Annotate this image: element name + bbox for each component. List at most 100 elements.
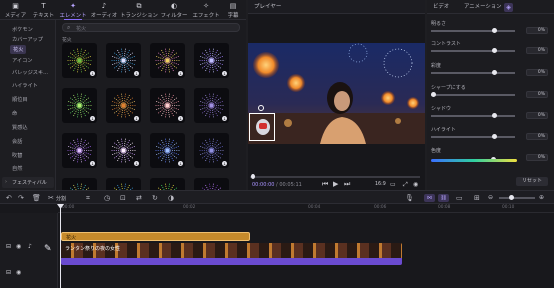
tab-video[interactable]: ビデオ xyxy=(433,0,449,14)
param-value-input[interactable]: 0% xyxy=(526,27,548,34)
rotate-handle[interactable] xyxy=(258,105,264,111)
category-item[interactable]: 順位目 xyxy=(12,96,28,103)
download-icon[interactable]: ↓ xyxy=(134,161,139,166)
firework-tile[interactable]: ↓ xyxy=(150,88,185,123)
category-item[interactable]: 自然 xyxy=(12,165,22,172)
progress-knob[interactable] xyxy=(251,174,255,179)
param-value-input[interactable]: 0% xyxy=(526,133,548,140)
category-item[interactable]: カバーアップ xyxy=(12,36,43,43)
category-item[interactable]: ボケモン xyxy=(12,26,33,33)
firework-tile[interactable]: ↓ xyxy=(150,133,185,168)
firework-tile[interactable]: ↓ xyxy=(106,43,141,78)
tab-animation[interactable]: アニメーション xyxy=(464,0,502,14)
download-icon[interactable]: ↓ xyxy=(222,71,227,76)
prev-frame-icon[interactable]: ⏮ xyxy=(322,180,328,189)
redo-icon[interactable]: ↷ xyxy=(18,194,24,202)
download-icon[interactable]: ↓ xyxy=(178,161,183,166)
param-slider-knob[interactable] xyxy=(491,28,497,33)
next-frame-icon[interactable]: ⏭ xyxy=(344,180,350,189)
firework-tile[interactable]: ↓ xyxy=(194,43,229,78)
color-icon[interactable]: ◑ xyxy=(168,194,174,202)
category-footer[interactable]: › フェスティバル xyxy=(2,177,54,188)
download-icon[interactable]: ↓ xyxy=(178,116,183,121)
screenshot-icon[interactable]: ◉ xyxy=(413,181,418,188)
crop-icon[interactable]: ⌗ xyxy=(86,194,90,203)
param-slider-knob[interactable] xyxy=(491,113,497,118)
split-label[interactable]: 分割 xyxy=(56,195,66,202)
rotate-icon[interactable]: ↻ xyxy=(152,194,158,202)
download-icon[interactable]: ↓ xyxy=(90,161,95,166)
param-value-input[interactable]: 0% xyxy=(526,154,548,161)
firework-tile[interactable]: ↓ xyxy=(194,133,229,168)
audio-toggle-icon[interactable]: ♪ xyxy=(28,243,32,250)
magnet-icon[interactable]: ⋈ xyxy=(424,194,435,202)
param-slider[interactable] xyxy=(431,28,515,33)
lock-icon[interactable]: ⊟ xyxy=(6,269,11,276)
param-value-input[interactable]: 0% xyxy=(526,112,548,119)
edit-cover-icon[interactable]: ✎ xyxy=(44,244,52,254)
category-item[interactable]: ハイライト xyxy=(12,82,38,89)
tab-caption[interactable]: ▤ 字幕 xyxy=(223,0,243,20)
param-slider[interactable] xyxy=(431,70,515,75)
download-icon[interactable]: ↓ xyxy=(222,116,227,121)
tab-transition[interactable]: ⧉ トランジション xyxy=(120,0,158,20)
adjust-icon[interactable]: ◈ xyxy=(504,3,513,12)
undo-icon[interactable]: ↶ xyxy=(6,194,12,202)
download-icon[interactable]: ↓ xyxy=(134,71,139,76)
tab-text[interactable]: T テキスト xyxy=(30,0,57,20)
firework-tile[interactable]: ↓ xyxy=(150,43,185,78)
param-slider-knob[interactable] xyxy=(431,92,436,97)
element-clip[interactable]: 花火 xyxy=(61,232,250,241)
tab-audio[interactable]: ♪ オーディオ xyxy=(89,0,119,20)
tab-filter[interactable]: ◐ フィルター xyxy=(159,0,189,20)
tab-media[interactable]: ▣ メディア xyxy=(2,0,29,20)
reset-button[interactable]: リセット xyxy=(516,177,548,186)
zoom-knob[interactable] xyxy=(509,195,514,200)
video-clip[interactable]: ランタン祭りの夜の女性 xyxy=(61,243,402,265)
eye-icon[interactable]: ◉ xyxy=(16,269,21,276)
eye-icon[interactable]: ◉ xyxy=(16,243,21,250)
lock-icon[interactable]: ⊟ xyxy=(6,243,11,250)
param-slider-knob[interactable] xyxy=(491,134,497,139)
speed-icon[interactable]: ◷ xyxy=(104,194,110,202)
firework-tile[interactable]: ↓ xyxy=(194,88,229,123)
zoom-in-icon[interactable]: ⊕ xyxy=(539,194,544,201)
tab-element[interactable]: ✦ エレメント xyxy=(58,0,88,20)
search-input[interactable]: ⌕ 花火 xyxy=(62,23,240,32)
firework-tile[interactable]: ↓ xyxy=(62,43,97,78)
zoom-out-icon[interactable]: ⊖ xyxy=(488,194,493,201)
category-item[interactable]: 会話 xyxy=(12,138,22,145)
monitor-icon[interactable]: ▭ xyxy=(390,181,396,188)
link-icon[interactable]: ⛓ xyxy=(438,194,449,202)
param-slider[interactable] xyxy=(431,134,515,139)
firework-tile[interactable]: ↓ xyxy=(106,88,141,123)
playhead[interactable] xyxy=(60,204,61,288)
preview-icon[interactable]: ▭ xyxy=(456,194,463,202)
download-icon[interactable]: ↓ xyxy=(222,161,227,166)
param-slider[interactable] xyxy=(431,92,515,97)
firework-tile[interactable]: ↓ xyxy=(62,133,97,168)
category-item[interactable]: 吹替 xyxy=(12,152,22,159)
param-value-input[interactable]: 0% xyxy=(526,47,548,54)
hue-slider-track[interactable] xyxy=(431,159,517,162)
param-value-input[interactable]: 0% xyxy=(526,69,548,76)
param-value-input[interactable]: 0% xyxy=(526,91,548,98)
category-item[interactable]: 命 xyxy=(12,110,17,117)
firework-tile[interactable]: ↓ xyxy=(106,133,141,168)
selected-sticker[interactable] xyxy=(249,113,275,141)
play-icon[interactable]: ▶ xyxy=(333,180,338,188)
tab-effect[interactable]: ✧ エフェクト xyxy=(190,0,222,20)
fullscreen-icon[interactable]: ⤢ xyxy=(403,181,408,189)
mirror-icon[interactable]: ⇄ xyxy=(136,194,142,202)
firework-tile[interactable]: ↓ xyxy=(62,88,97,123)
param-slider-knob[interactable] xyxy=(491,70,497,75)
category-item[interactable]: 質感込 xyxy=(12,124,28,131)
split-icon[interactable]: ✂ xyxy=(48,194,54,202)
download-icon[interactable]: ↓ xyxy=(90,71,95,76)
progress-bar[interactable] xyxy=(250,176,420,178)
param-slider[interactable] xyxy=(431,48,515,53)
category-item[interactable]: アイコン xyxy=(12,57,33,64)
delete-icon[interactable]: 🗑 xyxy=(32,194,41,202)
mic-icon[interactable]: 🎙 xyxy=(405,194,414,202)
download-icon[interactable]: ↓ xyxy=(134,116,139,121)
